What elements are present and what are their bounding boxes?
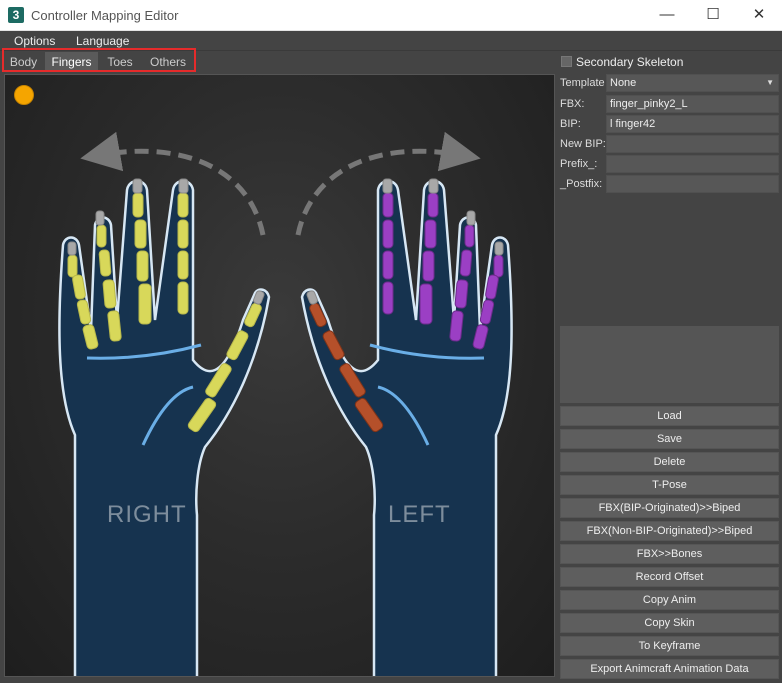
chevron-down-icon: ▼ [766,78,774,87]
bip-field[interactable]: l finger42 [606,115,779,133]
app-icon: 3 [8,7,24,23]
right-index-bones [177,192,189,315]
minimize-icon[interactable]: — [644,0,690,31]
record-offset-button[interactable]: Record Offset [560,567,779,587]
close-icon[interactable]: ✕ [736,0,782,31]
hand-viewport[interactable]: RIGHT LEFT [4,74,555,677]
export-animcraft-button[interactable]: Export Animcraft Animation Data [560,659,779,679]
fbx-bip-originated-to-biped-button[interactable]: FBX(BIP-Originated)>>Biped [560,498,779,518]
left-hand [300,178,513,676]
secondary-skeleton-checkbox[interactable] [561,56,572,67]
prefix-label: Prefix_: [560,158,598,170]
prefix-field[interactable] [606,155,779,173]
fbx-to-bones-button[interactable]: FBX>>Bones [560,544,779,564]
t-pose-button[interactable]: T-Pose [560,475,779,495]
postfix-label: _Postfix: [560,178,603,190]
fbx-non-bip-originated-to-biped-button[interactable]: FBX(Non-BIP-Originated)>>Biped [560,521,779,541]
fbx-label: FBX: [560,98,585,110]
template-label: Template [560,77,605,89]
title-bar: 3 Controller Mapping Editor — ☐ ✕ [0,0,782,31]
save-button[interactable]: Save [560,429,779,449]
delete-button[interactable]: Delete [560,452,779,472]
menu-options[interactable]: Options [14,34,55,48]
menu-language[interactable]: Language [76,34,129,48]
left-hand-label: LEFT [388,501,451,528]
maximize-icon[interactable]: ☐ [690,0,736,31]
right-hand-label: RIGHT [107,501,187,528]
load-button[interactable]: Load [560,406,779,426]
new-bip-label: New BIP: [560,138,606,150]
fbx-field[interactable]: finger_pinky2_L [606,95,779,113]
left-index-bones [382,192,394,315]
postfix-field[interactable] [606,175,779,193]
template-dropdown[interactable]: None ▼ [606,74,779,92]
template-value: None [610,77,637,89]
copy-anim-button[interactable]: Copy Anim [560,590,779,610]
info-area [560,326,779,403]
left-hand-shape [300,179,513,676]
bip-label: BIP: [560,118,581,130]
new-bip-field[interactable] [606,135,779,153]
tabs-highlight-box [2,48,196,72]
right-hand-shape [58,179,271,676]
hands-diagram [58,131,513,676]
window-title: Controller Mapping Editor [31,8,179,23]
to-keyframe-button[interactable]: To Keyframe [560,636,779,656]
copy-skin-button[interactable]: Copy Skin [560,613,779,633]
mapping-panel: Secondary Skeleton Template None ▼ FBX: … [557,51,782,683]
secondary-skeleton-label: Secondary Skeleton [576,55,684,69]
